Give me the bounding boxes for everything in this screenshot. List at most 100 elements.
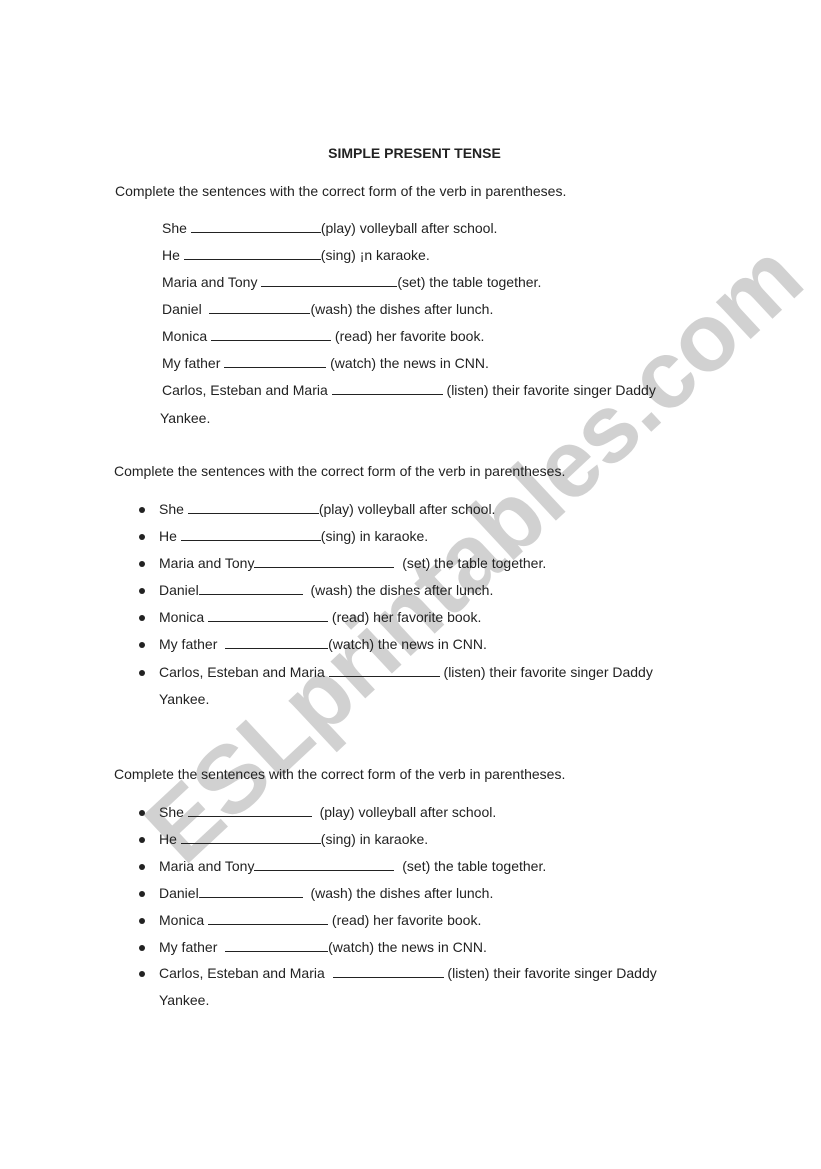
item-rest: (read) her favorite book. — [328, 912, 482, 928]
list-item: Monica (read) her favorite book. — [159, 608, 481, 626]
bullet-icon — [139, 588, 145, 594]
answer-blank[interactable] — [198, 582, 303, 595]
item-rest: (watch) the news in CNN. — [326, 355, 489, 371]
answer-blank[interactable] — [211, 328, 332, 341]
item-subject: Maria and Tony — [162, 274, 262, 290]
section-3-instruction: Complete the sentences with the correct … — [114, 766, 566, 782]
item-rest: (sing) in karaoke. — [320, 528, 429, 544]
item-rest: (play) volleyball after school. — [320, 220, 498, 236]
list-item: My father (watch) the news in CNN. — [159, 938, 487, 956]
item-rest: (play) volleyball after school. — [318, 501, 496, 517]
answer-blank[interactable] — [254, 555, 395, 568]
bullet-icon — [139, 810, 145, 816]
list-item: Monica (read) her favorite book. — [159, 911, 481, 929]
list-item: Daniel (wash) the dishes after lunch. — [159, 884, 493, 902]
list-item: He (sing) in karaoke. — [159, 527, 428, 545]
item-subject: Maria and Tony — [159, 555, 255, 571]
item-subject: She — [159, 501, 188, 517]
item-rest: (listen) their favorite singer Daddy — [442, 382, 656, 398]
list-item: Monica (read) her favorite book. — [162, 327, 484, 345]
list-item: Carlos, Esteban and Maria (listen) their… — [159, 663, 653, 681]
bullet-icon — [139, 837, 145, 843]
item-subject: Maria and Tony — [159, 858, 255, 874]
section-2-instruction: Complete the sentences with the correct … — [114, 463, 566, 479]
answer-blank[interactable] — [180, 528, 321, 541]
page-title: SIMPLE PRESENT TENSE — [328, 145, 501, 161]
list-item: Daniel (wash) the dishes after lunch. — [159, 581, 493, 599]
bullet-icon — [139, 615, 145, 621]
item-subject: She — [159, 804, 188, 820]
bullet-icon — [139, 670, 145, 676]
item-subject: Monica — [162, 328, 212, 344]
answer-blank[interactable] — [254, 858, 395, 871]
item-subject: Daniel — [162, 301, 210, 317]
item-subject: Monica — [159, 609, 209, 625]
bullet-icon — [139, 864, 145, 870]
answer-blank[interactable] — [225, 636, 329, 649]
item-subject: My father — [159, 636, 226, 652]
section-1-instruction: Complete the sentences with the correct … — [115, 183, 567, 199]
answer-blank[interactable] — [331, 382, 443, 395]
item-rest: (set) the table together. — [397, 274, 542, 290]
answer-blank[interactable] — [208, 912, 329, 925]
item-continuation: Yankee. — [160, 410, 211, 426]
answer-blank[interactable] — [187, 501, 319, 514]
list-item: Carlos, Esteban and Maria (listen) their… — [159, 964, 657, 982]
item-subject: Carlos, Esteban and Maria — [162, 382, 332, 398]
item-subject: My father — [162, 355, 225, 371]
answer-blank[interactable] — [183, 247, 321, 260]
item-rest: (wash) the dishes after lunch. — [302, 885, 494, 901]
bullet-icon — [139, 945, 145, 951]
item-rest: (read) her favorite book. — [331, 328, 485, 344]
bullet-icon — [139, 561, 145, 567]
worksheet-page: ESLprintables.com SIMPLE PRESENT TENSE C… — [0, 0, 821, 1169]
item-subject: Carlos, Esteban and Maria — [159, 664, 329, 680]
bullet-icon — [139, 507, 145, 513]
answer-blank[interactable] — [224, 355, 327, 368]
item-rest: (sing) in karaoke. — [320, 831, 429, 847]
list-item: She (play) volleyball after school. — [159, 500, 495, 518]
answer-blank[interactable] — [328, 664, 440, 677]
bullet-icon — [139, 534, 145, 540]
answer-blank[interactable] — [180, 831, 321, 844]
item-continuation: Yankee. — [159, 992, 210, 1008]
list-item: Daniel (wash) the dishes after lunch. — [162, 300, 493, 318]
list-item: He (sing) ¡n karaoke. — [162, 246, 430, 264]
list-item: Maria and Tony (set) the table together. — [159, 857, 546, 875]
answer-blank[interactable] — [225, 939, 329, 952]
item-rest: (sing) ¡n karaoke. — [320, 247, 430, 263]
item-rest: (read) her favorite book. — [328, 609, 482, 625]
list-item: Maria and Tony (set) the table together. — [159, 554, 546, 572]
bullet-icon — [139, 642, 145, 648]
item-subject: She — [162, 220, 191, 236]
item-rest: (set) the table together. — [394, 858, 547, 874]
answer-blank[interactable] — [261, 274, 398, 287]
item-rest: (wash) the dishes after lunch. — [310, 301, 494, 317]
answer-blank[interactable] — [198, 885, 303, 898]
item-subject: He — [159, 831, 181, 847]
item-rest: (listen) their favorite singer Daddy — [443, 965, 657, 981]
list-item: My father (watch) the news in CNN. — [162, 354, 489, 372]
item-rest: (listen) their favorite singer Daddy — [439, 664, 653, 680]
answer-blank[interactable] — [209, 301, 311, 314]
list-item: She (play) volleyball after school. — [162, 219, 497, 237]
list-item: He (sing) in karaoke. — [159, 830, 428, 848]
answer-blank[interactable] — [190, 220, 321, 233]
list-item: She (play) volleyball after school. — [159, 803, 496, 821]
item-rest: (wash) the dishes after lunch. — [302, 582, 494, 598]
item-subject: Daniel — [159, 885, 199, 901]
item-subject: He — [159, 528, 181, 544]
answer-blank[interactable] — [332, 965, 444, 978]
list-item: Maria and Tony (set) the table together. — [162, 273, 541, 291]
answer-blank[interactable] — [208, 609, 329, 622]
item-subject: Carlos, Esteban and Maria — [159, 965, 333, 981]
bullet-icon — [139, 971, 145, 977]
item-subject: Monica — [159, 912, 209, 928]
bullet-icon — [139, 891, 145, 897]
item-rest: (watch) the news in CNN. — [328, 636, 487, 652]
list-item: Carlos, Esteban and Maria (listen) their… — [162, 381, 656, 399]
item-subject: My father — [159, 939, 226, 955]
item-subject: He — [162, 247, 184, 263]
item-subject: Daniel — [159, 582, 199, 598]
answer-blank[interactable] — [187, 804, 312, 817]
